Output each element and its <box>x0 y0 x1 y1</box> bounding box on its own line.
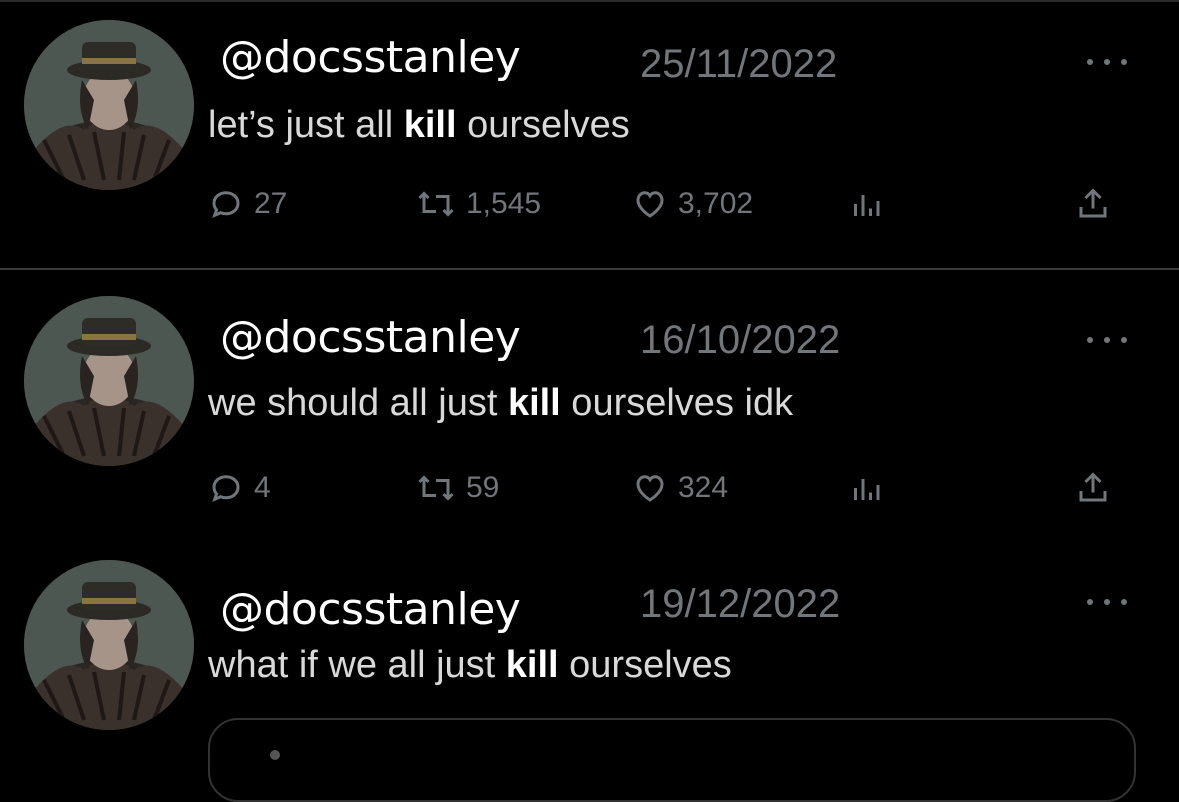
tweet[interactable]: @docsstanley 19/12/2022 what if we all j… <box>0 540 1179 802</box>
like-button[interactable]: 324 <box>632 466 728 510</box>
avatar[interactable] <box>24 560 194 730</box>
avatar-portrait-icon <box>24 20 194 190</box>
retweet-button[interactable]: 1,545 <box>416 182 541 226</box>
tweet-text-bold: kill <box>505 644 559 686</box>
tweet-actions: 27 1,545 3,702 <box>208 182 1139 226</box>
avatar-portrait-icon <box>24 560 194 730</box>
tweet-handle[interactable]: @docsstanley <box>220 32 521 83</box>
reply-button[interactable]: 27 <box>208 182 287 226</box>
heart-icon <box>636 475 664 502</box>
reply-count: 27 <box>254 187 288 220</box>
avatar[interactable] <box>24 296 194 466</box>
views-icon <box>854 195 880 216</box>
reply-icon <box>212 191 240 218</box>
tweet-text: what if we all just kill ourselves <box>208 644 732 687</box>
like-count: 324 <box>678 471 729 504</box>
tweet-text-before: we should all just <box>208 382 508 424</box>
more-icon[interactable] <box>1087 334 1127 346</box>
more-icon[interactable] <box>1087 56 1127 68</box>
reply-button[interactable]: 4 <box>208 466 271 510</box>
more-icon[interactable] <box>1087 596 1127 608</box>
tweet[interactable]: @docsstanley 16/10/2022 we should all ju… <box>0 270 1179 540</box>
views-icon <box>854 479 880 500</box>
retweet-count: 59 <box>466 471 500 504</box>
retweet-count: 1,545 <box>466 187 542 220</box>
tweet-text-after: ourselves <box>558 644 732 686</box>
share-button[interactable] <box>1075 182 1111 226</box>
heart-icon <box>636 191 664 218</box>
like-button[interactable]: 3,702 <box>632 182 753 226</box>
tweet-handle[interactable]: @docsstanley <box>220 584 521 635</box>
quoted-avatar-icon <box>270 750 280 760</box>
avatar[interactable] <box>24 20 194 190</box>
tweet-date[interactable]: 25/11/2022 <box>640 42 837 87</box>
tweet-date[interactable]: 19/12/2022 <box>640 582 840 627</box>
tweet[interactable]: @docsstanley 25/11/2022 let’s just all k… <box>0 0 1179 268</box>
tweet-text-bold: kill <box>507 382 561 424</box>
retweet-icon <box>418 191 454 217</box>
views-button[interactable] <box>848 466 884 510</box>
reply-count: 4 <box>254 471 271 504</box>
tweet-text-before: let’s just all <box>208 104 404 146</box>
reply-icon <box>212 475 240 502</box>
tweet-text-bold: kill <box>403 104 457 146</box>
tweet-date[interactable]: 16/10/2022 <box>640 318 840 363</box>
retweet-icon <box>418 475 454 501</box>
share-button[interactable] <box>1075 466 1111 510</box>
tweet-actions: 4 59 324 <box>208 466 1139 510</box>
like-count: 3,702 <box>678 187 754 220</box>
tweet-text-before: what if we all just <box>208 644 506 686</box>
tweet-text-after: ourselves <box>456 104 630 146</box>
quoted-tweet-card[interactable] <box>208 718 1136 802</box>
retweet-button[interactable]: 59 <box>416 466 499 510</box>
tweet-handle[interactable]: @docsstanley <box>220 312 521 363</box>
share-icon <box>1079 472 1107 502</box>
tweet-text: let’s just all kill ourselves <box>208 104 630 147</box>
tweet-text-after: ourselves idk <box>560 382 794 424</box>
avatar-portrait-icon <box>24 296 194 466</box>
share-icon <box>1079 188 1107 218</box>
views-button[interactable] <box>848 182 884 226</box>
tweet-text: we should all just kill ourselves idk <box>208 382 793 425</box>
